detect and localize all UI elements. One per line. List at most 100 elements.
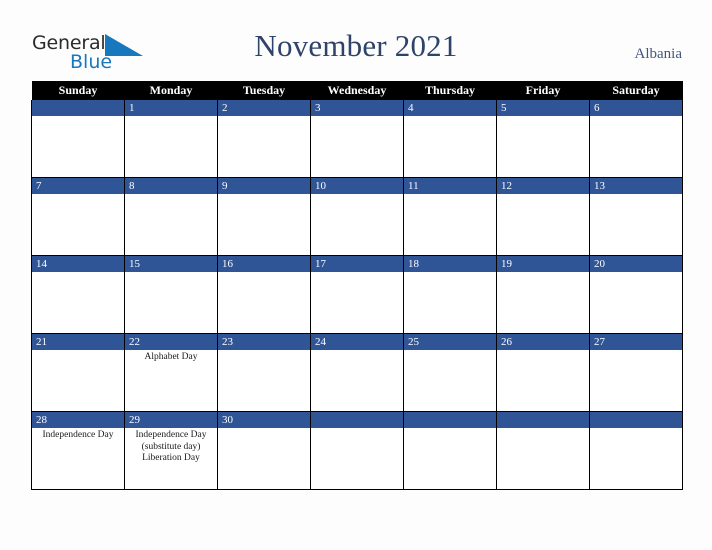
day-number: 18	[404, 256, 496, 272]
day-number: 24	[311, 334, 403, 350]
calendar-week-row: 14 15 16 17 18 19 20	[31, 255, 683, 334]
calendar-day-cell[interactable]: 5	[496, 100, 590, 178]
day-cell-inner: 9	[218, 178, 310, 255]
calendar-week-row: 123456	[31, 100, 683, 178]
day-cell-inner	[404, 412, 496, 489]
weekday-header-wednesday: Wednesday	[310, 81, 404, 100]
calendar-day-cell[interactable]: 25	[403, 333, 497, 412]
calendar-day-cell[interactable]: 14	[31, 255, 125, 334]
day-cell-inner: 26	[497, 334, 589, 411]
day-cell-inner	[32, 100, 124, 177]
calendar-day-cell[interactable]: 7	[31, 177, 125, 256]
day-cell-inner	[497, 412, 589, 489]
calendar-week-row: 28 Independence Day 29 Independence Day (su…	[31, 411, 683, 490]
day-cell-inner: 15	[125, 256, 217, 333]
day-number: 4	[404, 100, 496, 116]
country-label: Albania	[634, 46, 682, 62]
day-events: Alphabet Day	[126, 350, 217, 364]
calendar-day-cell[interactable]: 17	[310, 255, 404, 334]
day-cell-inner: 22 Alphabet Day	[125, 334, 217, 411]
day-number	[497, 412, 589, 428]
calendar-day-cell[interactable]: 22 Alphabet Day	[124, 333, 218, 412]
day-number: 21	[32, 334, 124, 350]
calendar-day-cell[interactable]: 10	[310, 177, 404, 256]
day-cell-inner: 23	[218, 334, 310, 411]
day-number: 9	[218, 178, 310, 194]
calendar-day-cell[interactable]: 6	[589, 100, 683, 178]
day-number: 13	[590, 178, 682, 194]
day-number: 10	[311, 178, 403, 194]
calendar-day-cell[interactable]: 23	[217, 333, 311, 412]
calendar-day-cell[interactable]: 20	[589, 255, 683, 334]
weekday-header-tuesday: Tuesday	[217, 81, 311, 100]
calendar-day-cell[interactable]: 11	[403, 177, 497, 256]
weekday-header-thursday: Thursday	[403, 81, 497, 100]
day-number: 1	[125, 100, 217, 116]
calendar-empty-cell	[496, 411, 590, 490]
day-number: 26	[497, 334, 589, 350]
day-number: 30	[218, 412, 310, 428]
day-events: Independence Day	[33, 428, 124, 442]
calendar-day-cell[interactable]: 12	[496, 177, 590, 256]
calendar-day-cell[interactable]: 9	[217, 177, 311, 256]
calendar-empty-cell	[310, 411, 404, 490]
day-number: 17	[311, 256, 403, 272]
calendar-day-cell[interactable]: 21	[31, 333, 125, 412]
day-events: Independence Day (substitute day) Liberat…	[126, 428, 217, 465]
calendar-day-cell[interactable]: 2	[217, 100, 311, 178]
calendar-day-cell[interactable]: 8	[124, 177, 218, 256]
day-number: 27	[590, 334, 682, 350]
weekday-header-row: Sunday Monday Tuesday Wednesday Thursday…	[31, 81, 683, 100]
day-number: 22	[125, 334, 217, 350]
day-cell-inner: 28 Independence Day	[32, 412, 124, 489]
event-label: Liberation Day	[142, 453, 200, 463]
page-title: November 2021	[254, 28, 458, 63]
day-number	[590, 412, 682, 428]
day-number: 14	[32, 256, 124, 272]
event-label: Alphabet Day	[144, 352, 198, 362]
calendar-day-cell[interactable]: 3	[310, 100, 404, 178]
day-number: 15	[125, 256, 217, 272]
calendar-day-cell[interactable]: 18	[403, 255, 497, 334]
calendar-day-cell[interactable]: 30	[217, 411, 311, 490]
calendar-day-cell[interactable]: 15	[124, 255, 218, 334]
calendar-week-row: 21 22 Alphabet Day 23 24 25 26 27	[31, 333, 683, 412]
calendar-day-cell[interactable]: 1	[124, 100, 218, 178]
day-cell-inner: 2	[218, 100, 310, 177]
day-cell-inner: 18	[404, 256, 496, 333]
calendar-day-cell[interactable]: 24	[310, 333, 404, 412]
day-cell-inner: 8	[125, 178, 217, 255]
day-cell-inner: 19	[497, 256, 589, 333]
calendar-day-cell[interactable]: 28 Independence Day	[31, 411, 125, 490]
day-cell-inner: 10	[311, 178, 403, 255]
calendar-body: 1 2 3 4 5 6 7 8 9 10 11 12 13 14 15 16 17 18 19 20 21 22 Alpha…	[31, 100, 683, 490]
day-cell-inner: 16	[218, 256, 310, 333]
calendar-day-cell[interactable]: 4	[403, 100, 497, 178]
page-header: General Blue November 2021 Albania	[0, 0, 712, 81]
day-number: 23	[218, 334, 310, 350]
day-cell-inner	[311, 412, 403, 489]
day-cell-inner: 5	[497, 100, 589, 177]
day-number: 20	[590, 256, 682, 272]
calendar-day-cell[interactable]: 26	[496, 333, 590, 412]
calendar-week-row: 7 8 9 10 11 12 13	[31, 177, 683, 256]
day-cell-inner: 14	[32, 256, 124, 333]
day-number: 19	[497, 256, 589, 272]
calendar-empty-cell	[31, 100, 125, 178]
day-number: 6	[590, 100, 682, 116]
day-cell-inner: 3	[311, 100, 403, 177]
calendar-day-cell[interactable]: 13	[589, 177, 683, 256]
day-number: 7	[32, 178, 124, 194]
day-number	[32, 100, 124, 116]
calendar-day-cell[interactable]: 27	[589, 333, 683, 412]
calendar-day-cell[interactable]: 29 Independence Day (substitute day) Liber…	[124, 411, 218, 490]
calendar-day-cell[interactable]: 16	[217, 255, 311, 334]
calendar-empty-cell	[589, 411, 683, 490]
day-cell-inner: 21	[32, 334, 124, 411]
day-cell-inner: 29 Independence Day (substitute day) Liber…	[125, 412, 217, 489]
day-number: 8	[125, 178, 217, 194]
day-number: 25	[404, 334, 496, 350]
calendar-grid: Sunday Monday Tuesday Wednesday Thursday…	[31, 81, 683, 490]
day-number: 3	[311, 100, 403, 116]
calendar-day-cell[interactable]: 19	[496, 255, 590, 334]
